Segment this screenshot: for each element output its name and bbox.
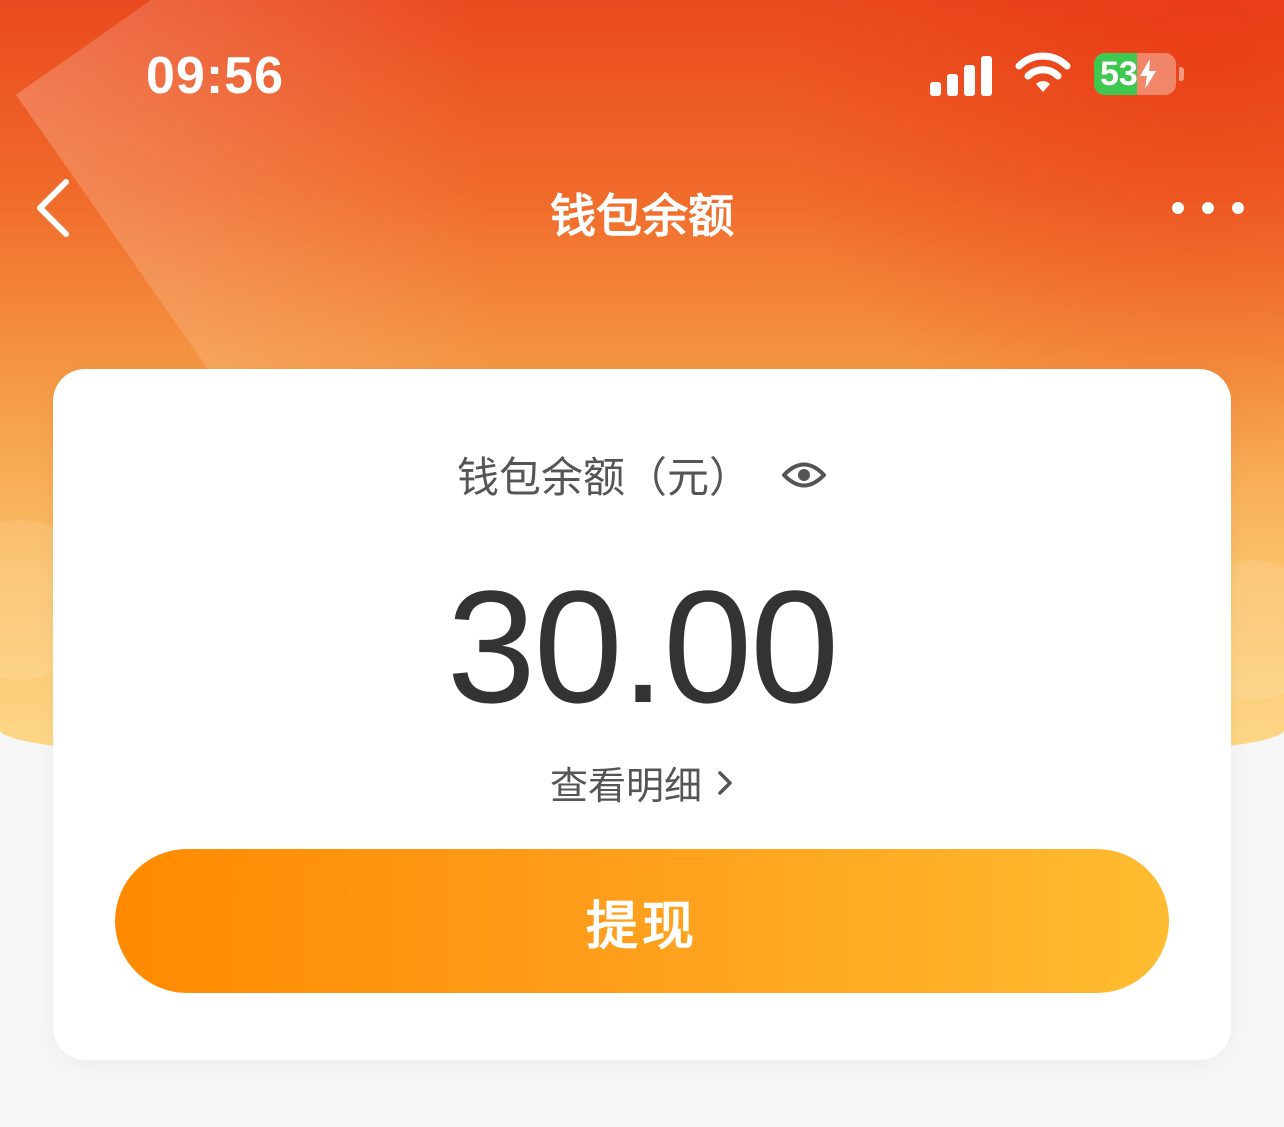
chevron-right-icon [718,770,732,795]
view-details-label: 查看明细 [549,764,702,808]
view-details-link[interactable]: 查看明细 [53,755,1231,810]
charging-bolt-icon [1139,59,1156,89]
balance-card: 钱包余额（元） 30.00 查看明细 提现 [53,369,1231,1060]
withdraw-button-label: 提现 [585,896,698,957]
balance-label-row: 钱包余额（元） [53,444,1231,505]
page-title: 钱包余额 [550,189,734,243]
nav-bar: 钱包余额 [0,150,1284,270]
cellular-signal-icon [930,52,992,96]
more-dot [1232,202,1244,214]
status-time: 09:56 [146,47,284,105]
more-button[interactable] [1172,190,1244,226]
balance-label: 钱包余额（元） [456,453,751,502]
more-dot [1172,202,1184,214]
visibility-toggle[interactable] [781,452,827,498]
wifi-icon [1015,52,1071,92]
status-bar: 09:56 53 [0,0,1284,150]
more-dot [1202,202,1214,214]
withdraw-button[interactable]: 提现 [115,849,1169,993]
battery-cap [1179,67,1184,81]
eye-icon [782,462,826,487]
battery-level: 53 [1100,54,1138,93]
balance-amount: 30.00 [446,557,839,736]
battery-charging-icon: 53 [1094,53,1176,95]
battery-indicator: 53 [1094,53,1184,95]
status-icons: 53 [930,52,1184,96]
